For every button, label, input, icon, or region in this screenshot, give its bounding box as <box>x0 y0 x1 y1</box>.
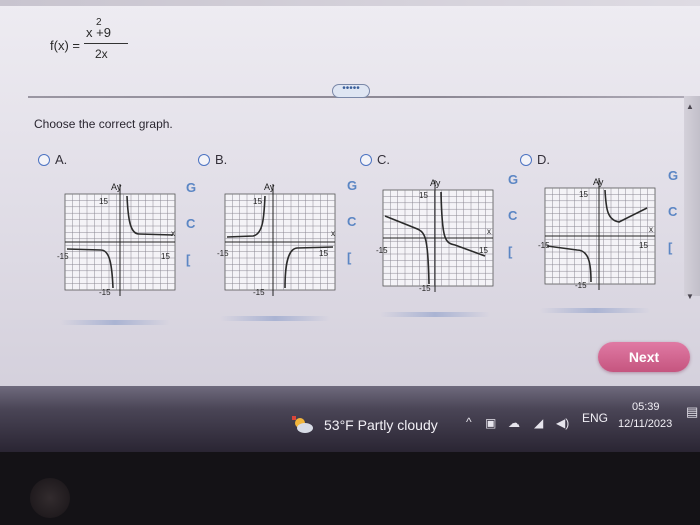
graph-c-y-label: Ay <box>430 178 441 188</box>
formula-numerator: x +9 <box>86 25 111 40</box>
graph-a-tick-top: 15 <box>99 197 108 206</box>
clock-date[interactable]: 12/11/2023 <box>618 418 672 430</box>
graph-b-tick-bottom: -15 <box>253 288 265 297</box>
graph-c-tick-left: -15 <box>376 246 388 255</box>
expand-icon[interactable]: [ <box>186 252 190 267</box>
graph-b-y-label: Ay <box>264 182 275 192</box>
clock-time[interactable]: 05:39 <box>632 401 660 413</box>
zoom-out-icon[interactable]: C <box>668 204 677 219</box>
graph-d-tick-top: 15 <box>579 190 588 199</box>
scrollbar[interactable] <box>684 96 700 296</box>
graph-d-caption-bar <box>540 308 650 313</box>
graph-b-x-label: x <box>331 229 335 238</box>
scroll-down-icon[interactable]: ▼ <box>686 292 694 301</box>
graph-a-plot: Ay x 15 -15 -15 15 <box>57 182 176 297</box>
volume-icon[interactable]: ◀) <box>556 416 569 430</box>
radio-a[interactable] <box>38 154 50 166</box>
wifi-icon[interactable]: ◢ <box>534 416 543 430</box>
graph-d-plot: Ay x 15 -15 -15 15 <box>538 177 656 290</box>
graph-b-tick-right: 15 <box>319 249 328 258</box>
radio-b[interactable] <box>198 154 210 166</box>
option-b-label: B. <box>215 152 228 167</box>
weather-label[interactable]: 53°F Partly cloudy <box>324 417 438 433</box>
graph-a-tick-left: -15 <box>57 252 69 261</box>
graph-c-tick-right: 15 <box>479 246 488 255</box>
zoom-out-icon[interactable]: C <box>508 208 517 223</box>
zoom-in-icon[interactable]: G <box>347 178 357 193</box>
formula-lhs: f(x) = <box>50 38 80 53</box>
graph-d: Ay x 15 -15 -15 15 <box>535 177 660 298</box>
question-prompt: Choose the correct graph. <box>34 117 173 131</box>
graph-c-tick-bottom: -15 <box>419 284 431 293</box>
graph-c-plot: Ay x 15 -15 -15 15 <box>376 178 494 293</box>
chevron-up-icon[interactable]: ^ <box>466 415 472 429</box>
weather-icon[interactable] <box>292 416 314 434</box>
graph-c-x-label: x <box>487 227 491 236</box>
graph-a-tick-bottom: -15 <box>99 288 111 297</box>
graph-a-y-label: Ay <box>111 182 122 192</box>
radio-d[interactable] <box>520 154 532 166</box>
graph-a-caption-bar <box>60 320 170 325</box>
cloud-icon[interactable]: ☁ <box>508 416 520 430</box>
graph-a-x-label: x <box>171 229 175 238</box>
graph-c-caption-bar <box>380 312 490 317</box>
graph-c-tick-top: 15 <box>419 191 428 200</box>
top-strip <box>0 0 700 6</box>
graph-d-tick-right: 15 <box>639 241 648 250</box>
graph-c: Ay x 15 -15 -15 15 <box>373 178 498 298</box>
expand-icon[interactable]: [ <box>347 250 351 265</box>
formula-denominator: 2x <box>95 47 108 61</box>
zoom-in-icon[interactable]: G <box>186 180 196 195</box>
zoom-out-icon[interactable]: C <box>186 216 195 231</box>
browser-content: f(x) = 2 x +9 2x ••••• ▲ ▼ Choose the co… <box>0 0 700 408</box>
radio-c[interactable] <box>360 154 372 166</box>
laptop-logo <box>30 478 70 518</box>
graph-b-tick-left: -15 <box>217 249 229 258</box>
zoom-in-icon[interactable]: G <box>508 172 518 187</box>
option-d-label: D. <box>537 152 550 167</box>
graph-b-tick-top: 15 <box>253 197 262 206</box>
tray-app-icon[interactable]: ▣ <box>485 416 496 430</box>
graph-b-plot: Ay x 15 -15 -15 15 <box>217 182 336 297</box>
graph-b: Ay x 15 -15 -15 15 <box>215 178 340 298</box>
option-c-label: C. <box>377 152 390 167</box>
graph-a-tick-right: 15 <box>161 252 170 261</box>
zoom-in-icon[interactable]: G <box>668 168 678 183</box>
notification-icon[interactable]: ▤ <box>686 404 698 420</box>
scroll-up-icon[interactable]: ▲ <box>686 102 694 111</box>
graph-d-x-label: x <box>649 225 653 234</box>
expand-more-button[interactable]: ••••• <box>332 84 370 98</box>
graph-d-tick-left: -15 <box>538 241 550 250</box>
expand-icon[interactable]: [ <box>508 244 512 259</box>
expand-icon[interactable]: [ <box>668 240 672 255</box>
graph-a: Ay x 15 -15 -15 15 <box>55 178 180 298</box>
graph-d-y-label: Ay <box>593 177 604 187</box>
language-indicator[interactable]: ENG <box>582 411 608 425</box>
option-a-label: A. <box>55 152 68 167</box>
graph-b-caption-bar <box>220 316 330 321</box>
graph-d-tick-bottom: -15 <box>575 281 587 290</box>
next-button[interactable]: Next <box>598 342 690 372</box>
fraction-bar <box>84 43 128 45</box>
zoom-out-icon[interactable]: C <box>347 214 356 229</box>
function-formula: f(x) = 2 x +9 2x <box>50 17 140 70</box>
